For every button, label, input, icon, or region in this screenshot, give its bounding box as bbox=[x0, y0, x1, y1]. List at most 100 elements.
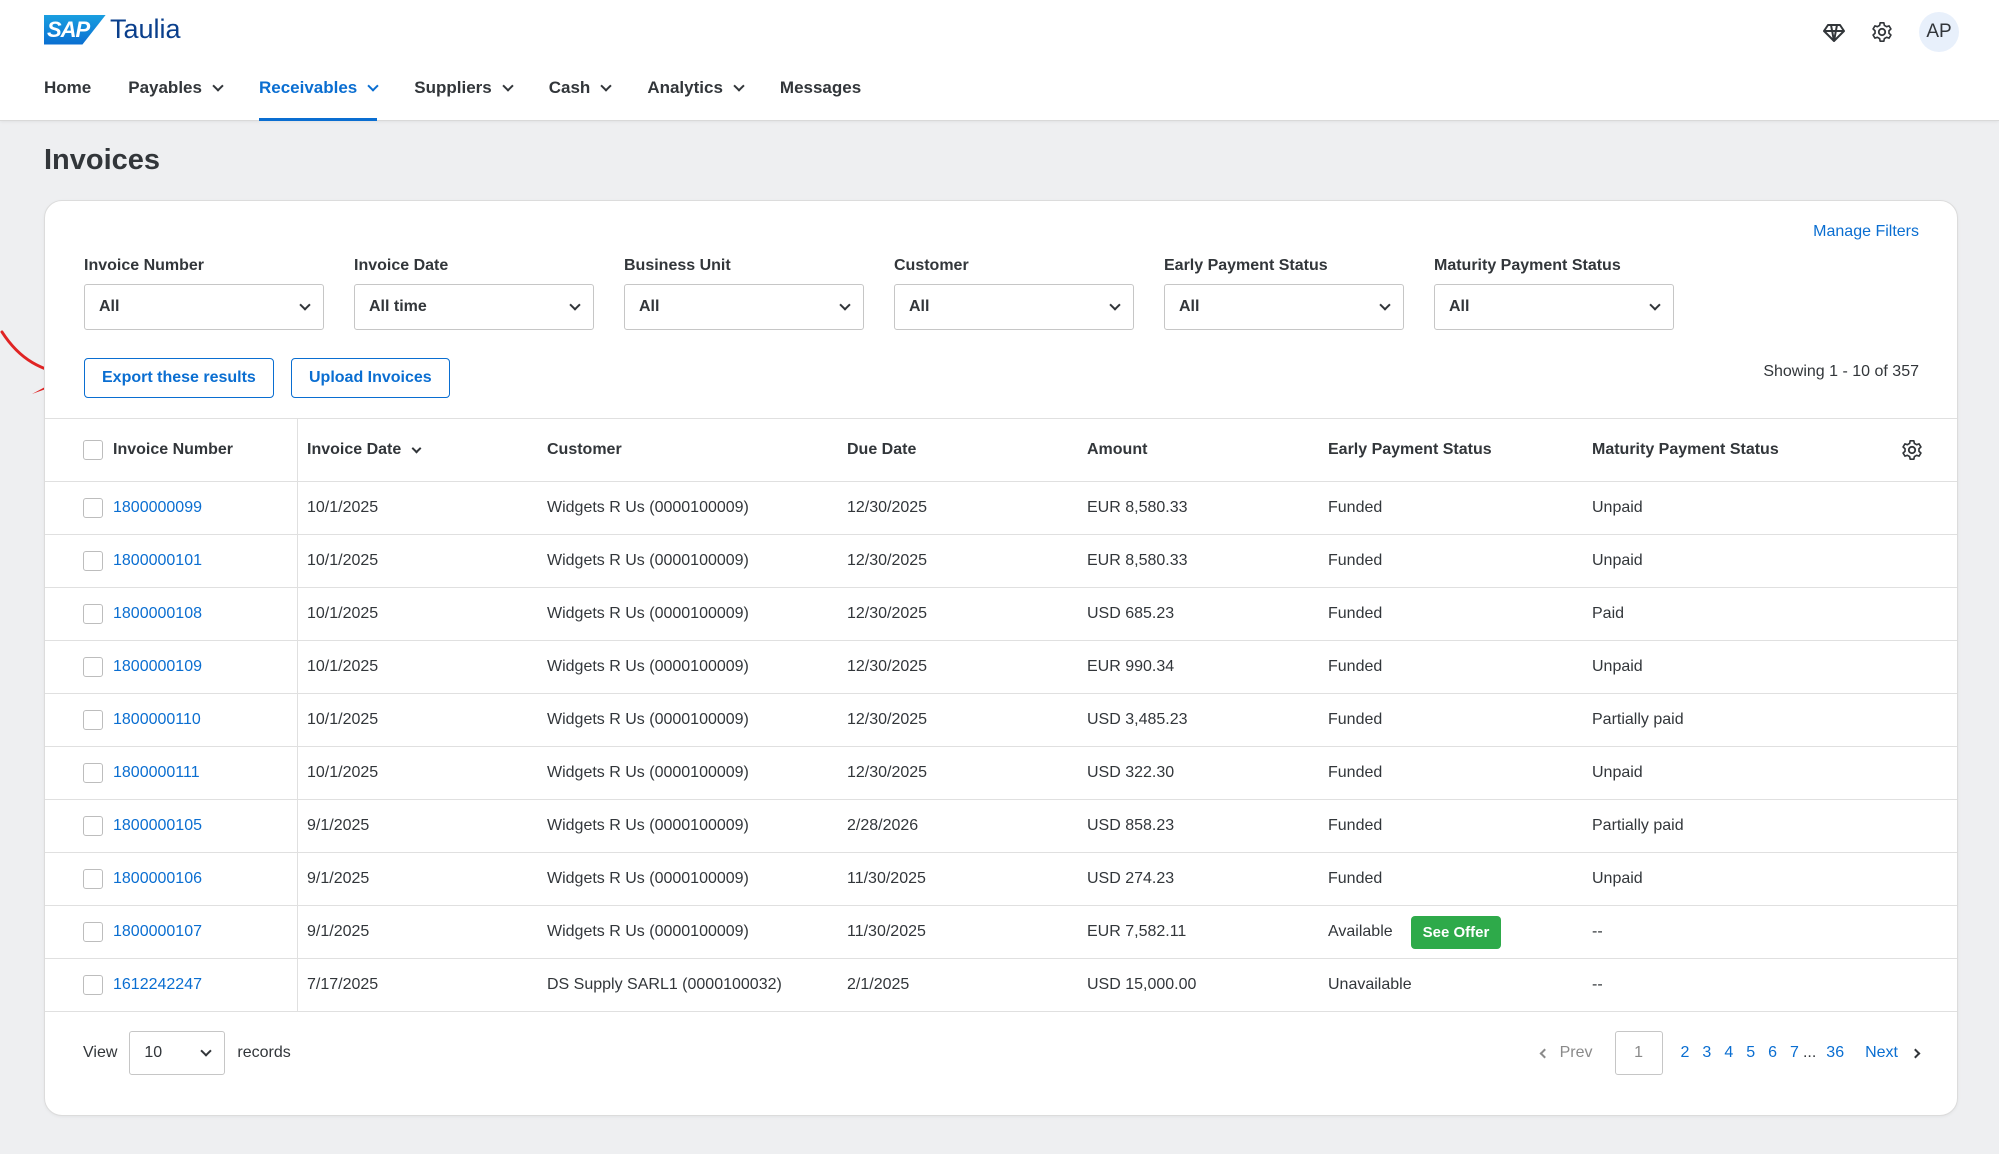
row-checkbox[interactable] bbox=[83, 922, 103, 942]
avatar[interactable]: AP bbox=[1919, 12, 1959, 52]
invoice-link[interactable]: 1800000108 bbox=[113, 605, 202, 623]
early-payment-status-select[interactable]: All bbox=[1164, 284, 1404, 330]
chevron-down-icon bbox=[1649, 298, 1661, 311]
prev-label: Prev bbox=[1559, 1044, 1593, 1061]
chevron-down-icon bbox=[212, 79, 224, 92]
chevron-down-icon bbox=[299, 298, 311, 311]
last-page-link[interactable]: 36 bbox=[1826, 1044, 1844, 1062]
see-offer-button[interactable]: See Offer bbox=[1410, 915, 1502, 949]
customer-select[interactable]: All bbox=[894, 284, 1134, 330]
page-link[interactable]: 7 bbox=[1790, 1044, 1799, 1062]
row-checkbox[interactable] bbox=[83, 763, 103, 783]
export-results-button[interactable]: Export these results bbox=[84, 358, 274, 398]
filter-invoice-number: Invoice Number All bbox=[84, 257, 324, 330]
customer-cell: Widgets R Us (0000100009) bbox=[547, 658, 749, 675]
amount-cell: EUR 8,580.33 bbox=[1087, 552, 1188, 569]
top-icons: AP bbox=[1823, 12, 1959, 52]
gear-icon[interactable] bbox=[1871, 21, 1893, 43]
row-checkbox[interactable] bbox=[83, 816, 103, 836]
maturity-payment-status-select[interactable]: All bbox=[1434, 284, 1674, 330]
invoice-link[interactable]: 1800000107 bbox=[113, 923, 202, 941]
row-checkbox[interactable] bbox=[83, 604, 103, 624]
page-link[interactable]: 4 bbox=[1724, 1044, 1733, 1062]
invoice-date-select[interactable]: All time bbox=[354, 284, 594, 330]
page-link[interactable]: 5 bbox=[1746, 1044, 1755, 1062]
records-label: records bbox=[237, 1044, 291, 1061]
invoice-number-select[interactable]: All bbox=[84, 284, 324, 330]
column-divider bbox=[297, 588, 298, 640]
invoice-link[interactable]: 1800000105 bbox=[113, 817, 202, 835]
brand-name: Taulia bbox=[110, 14, 181, 44]
invoice-link[interactable]: 1800000109 bbox=[113, 658, 202, 676]
invoice-date-cell: 10/1/2025 bbox=[307, 658, 379, 675]
diamond-icon[interactable] bbox=[1823, 21, 1845, 43]
customer-cell: Widgets R Us (0000100009) bbox=[547, 605, 749, 622]
select-all-checkbox[interactable] bbox=[83, 440, 103, 460]
select-value: All bbox=[909, 298, 930, 315]
filter-customer: Customer All bbox=[894, 257, 1134, 330]
header-customer: Customer bbox=[547, 441, 622, 458]
filter-label: Customer bbox=[894, 257, 969, 274]
invoice-link[interactable]: 1800000101 bbox=[113, 552, 202, 570]
nav-payables[interactable]: Payables bbox=[128, 76, 224, 120]
invoice-link[interactable]: 1800000110 bbox=[113, 711, 201, 729]
early-status-cell: Funded bbox=[1328, 711, 1383, 728]
table-settings-gear-icon[interactable] bbox=[1901, 439, 1923, 466]
invoice-link[interactable]: 1800000111 bbox=[113, 764, 200, 782]
maturity-status-cell: Partially paid bbox=[1592, 711, 1684, 728]
row-checkbox[interactable] bbox=[83, 551, 103, 571]
chevron-left-icon bbox=[1539, 1048, 1550, 1058]
pagination: Prev 1 2 3 4 5 6 7 ... 36 Next bbox=[1539, 1031, 1921, 1075]
nav-analytics-label: Analytics bbox=[647, 78, 723, 97]
customer-cell: Widgets R Us (0000100009) bbox=[547, 870, 749, 887]
nav-analytics[interactable]: Analytics bbox=[647, 76, 745, 120]
taulia-logo[interactable]: SAP Taulia bbox=[44, 14, 181, 45]
filter-label: Maturity Payment Status bbox=[1434, 257, 1621, 274]
table-row: 1800000105 9/1/2025 Widgets R Us (000010… bbox=[45, 800, 1957, 853]
nav-cash[interactable]: Cash bbox=[549, 76, 612, 120]
main-nav: Home Payables Receivables Suppliers Cash… bbox=[44, 76, 898, 121]
upload-invoices-button[interactable]: Upload Invoices bbox=[291, 358, 450, 398]
header-invoice-date[interactable]: Invoice Date bbox=[307, 419, 422, 481]
business-unit-select[interactable]: All bbox=[624, 284, 864, 330]
filter-label: Early Payment Status bbox=[1164, 257, 1328, 274]
invoice-date-cell: 9/1/2025 bbox=[307, 817, 370, 834]
row-checkbox[interactable] bbox=[83, 869, 103, 889]
row-checkbox[interactable] bbox=[83, 710, 103, 730]
nav-home[interactable]: Home bbox=[44, 76, 91, 120]
nav-receivables-label: Receivables bbox=[258, 78, 358, 97]
column-divider bbox=[297, 906, 298, 958]
prev-button[interactable]: Prev bbox=[1539, 1044, 1593, 1062]
nav-suppliers[interactable]: Suppliers bbox=[414, 76, 514, 120]
invoice-link[interactable]: 1800000099 bbox=[113, 499, 202, 517]
invoice-number-cell: 1800000108 bbox=[83, 588, 295, 640]
header-early-payment-status: Early Payment Status bbox=[1328, 441, 1492, 458]
row-checkbox[interactable] bbox=[83, 498, 103, 518]
row-checkbox[interactable] bbox=[83, 975, 103, 995]
invoice-link[interactable]: 1800000106 bbox=[113, 870, 202, 888]
row-checkbox[interactable] bbox=[83, 657, 103, 677]
table-row: 1800000111 10/1/2025 Widgets R Us (00001… bbox=[45, 747, 1957, 800]
page-size-select[interactable]: 10 bbox=[129, 1031, 226, 1075]
nav-messages[interactable]: Messages bbox=[780, 76, 861, 120]
next-button[interactable]: Next bbox=[1865, 1044, 1921, 1062]
amount-cell: USD 685.23 bbox=[1087, 605, 1175, 622]
due-date-cell: 12/30/2025 bbox=[847, 658, 928, 675]
invoice-number-cell: 1800000106 bbox=[83, 853, 295, 905]
manage-filters-link[interactable]: Manage Filters bbox=[1813, 223, 1919, 241]
header-maturity-payment-status: Maturity Payment Status bbox=[1592, 441, 1779, 458]
invoice-date-cell: 10/1/2025 bbox=[307, 711, 379, 728]
invoice-link[interactable]: 1612242247 bbox=[113, 976, 202, 994]
nav-receivables[interactable]: Receivables bbox=[258, 76, 379, 121]
page-link[interactable]: 3 bbox=[1702, 1044, 1711, 1062]
filter-business-unit: Business Unit All bbox=[624, 257, 864, 330]
due-date-cell: 2/28/2026 bbox=[847, 817, 919, 834]
customer-cell: DS Supply SARL1 (0000100032) bbox=[547, 976, 782, 993]
chevron-down-icon bbox=[569, 298, 581, 311]
early-status-cell: Unavailable bbox=[1328, 976, 1412, 993]
current-page[interactable]: 1 bbox=[1614, 1031, 1663, 1075]
page-link[interactable]: 2 bbox=[1681, 1044, 1690, 1062]
table-row: 1800000099 10/1/2025 Widgets R Us (00001… bbox=[45, 482, 1957, 535]
early-status-cell: Available See Offer bbox=[1328, 906, 1502, 958]
page-link[interactable]: 6 bbox=[1768, 1044, 1777, 1062]
